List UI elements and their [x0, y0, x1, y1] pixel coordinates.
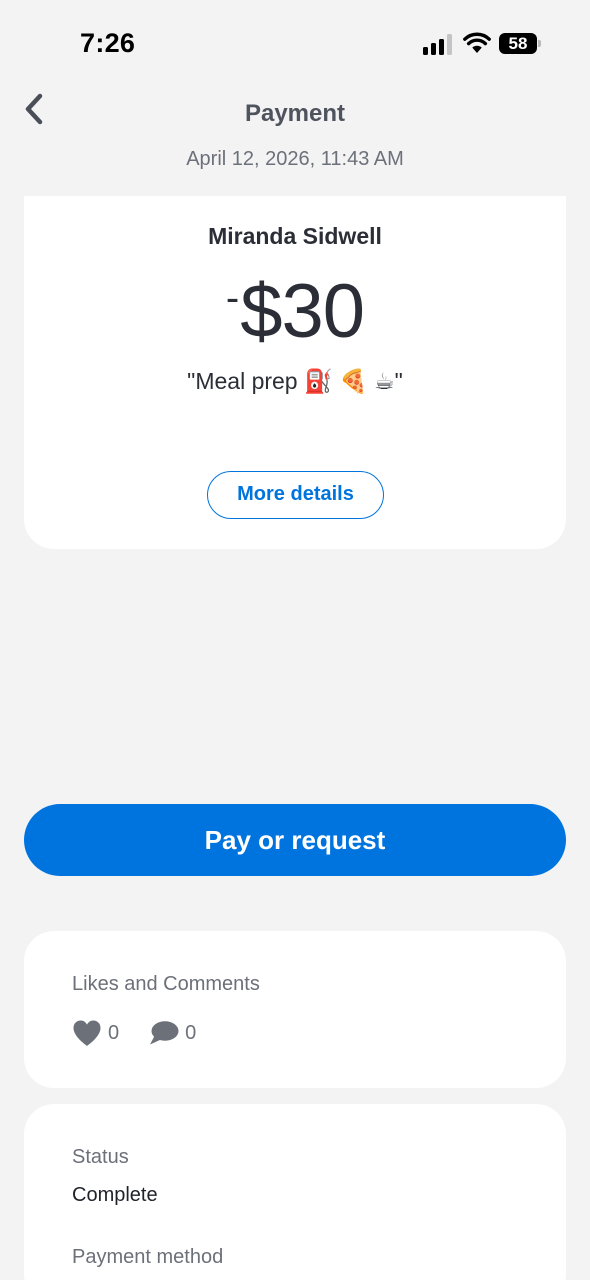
status-time: 7:26 [80, 28, 136, 58]
likes-comments-row: 0 0 [72, 1017, 196, 1049]
likes-count: 0 [108, 1021, 120, 1044]
likes-comments-title: Likes and Comments [72, 973, 260, 995]
pay-or-request-button[interactable]: Pay or request [24, 804, 566, 876]
more-details-button[interactable]: More details [207, 471, 384, 519]
amount-sign: - [225, 276, 239, 320]
comments-count: 0 [185, 1021, 197, 1044]
status-value: Complete [72, 1184, 158, 1206]
battery-icon: 58 [499, 33, 541, 55]
comment-bubble-icon[interactable] [149, 1020, 179, 1046]
likes-comments-card: Likes and Comments 0 0 [24, 931, 566, 1088]
cellular-signal-icon [423, 33, 453, 55]
payment-detail-screen: 7:26 58 Payment April 12, 2026, 11:43 AM… [0, 0, 590, 1280]
payment-note: "Meal prep ⛽ 🍕 ☕" [187, 368, 403, 394]
heart-icon[interactable] [72, 1019, 102, 1047]
payment-date: April 12, 2026, 11:43 AM [186, 148, 404, 170]
battery-level: 58 [499, 33, 537, 54]
payment-method-label: Payment method [72, 1246, 224, 1268]
payment-summary-card: Miranda Sidwell -$30 "Meal prep ⛽ 🍕 ☕" M… [24, 196, 566, 549]
payment-details-card: Status Complete Payment method [24, 1104, 566, 1280]
amount-value: $30 [240, 269, 365, 354]
payment-amount: -$30 [24, 268, 566, 355]
page-title: Payment [244, 100, 346, 127]
recipient-name: Miranda Sidwell [208, 223, 382, 249]
wifi-icon [463, 32, 491, 53]
status-bar: 7:26 58 [0, 0, 590, 80]
status-label: Status [72, 1146, 129, 1168]
